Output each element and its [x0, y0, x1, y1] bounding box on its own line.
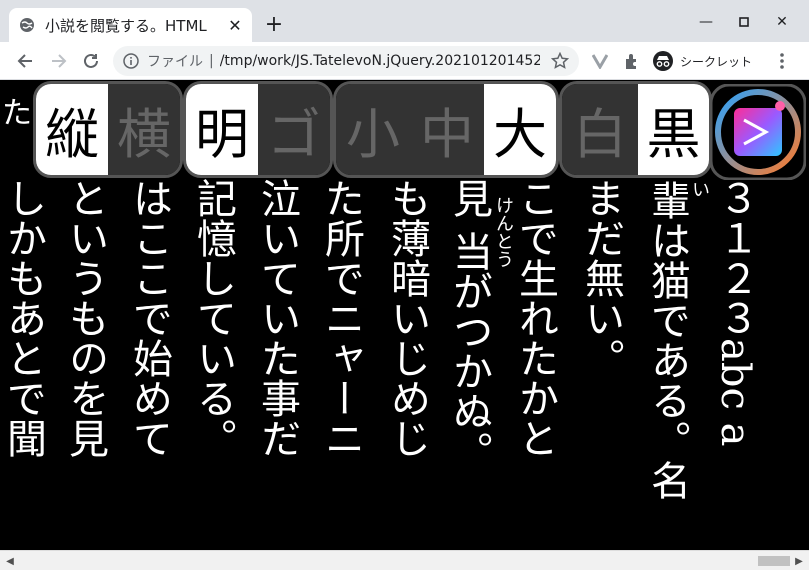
text-column-6: も薄暗いじめじ — [384, 178, 430, 458]
scroll-left-arrow-icon[interactable]: ◀ — [4, 555, 16, 567]
text-column-11: というものを見 — [62, 178, 108, 458]
logo-icon — [709, 83, 807, 181]
ruby-annotation-i: い — [689, 180, 710, 198]
back-arrow-icon[interactable] — [12, 48, 38, 74]
reload-icon[interactable] — [78, 48, 104, 74]
vivliostyle-extension-icon[interactable] — [590, 51, 610, 71]
theme-toggle: 白 黒 — [559, 81, 712, 178]
text-column-4: こで生れたかと — [512, 178, 558, 458]
tab-strip: 小説を閲覧する。HTML ✕ + — ✕ — [0, 0, 809, 42]
app-logo-button[interactable] — [709, 83, 807, 181]
font-toggle: 明 ゴ — [183, 81, 333, 178]
mincho-button[interactable]: 明 — [186, 84, 258, 175]
maximize-icon[interactable] — [732, 10, 756, 34]
text-column-10: はここで始めて — [126, 178, 172, 458]
medium-size-button[interactable]: 中 — [410, 84, 484, 175]
puzzle-extensions-icon[interactable] — [622, 51, 642, 71]
text-column-7: た所でニャーニ — [318, 178, 364, 458]
more-menu-icon[interactable] — [772, 51, 792, 71]
address-bar[interactable]: ファイル | /tmp/work/JS.TatelevoN.jQuery.202… — [113, 46, 579, 76]
vertical-button[interactable]: 縦 — [36, 84, 108, 175]
gothic-button[interactable]: ゴ — [258, 84, 330, 175]
horizontal-button[interactable]: 横 — [108, 84, 180, 175]
new-tab-button[interactable]: + — [262, 12, 286, 37]
scroll-thumb[interactable] — [758, 556, 790, 566]
text-column-3: まだ無い。 — [578, 178, 624, 378]
browser-tab[interactable]: 小説を閲覧する。HTML ✕ — [9, 8, 252, 42]
minimize-icon[interactable]: — — [694, 10, 718, 34]
white-theme-button[interactable]: 白 — [562, 84, 638, 175]
text-column-9: 記憶している。 — [190, 178, 236, 458]
incognito-label: シークレット — [680, 54, 753, 69]
text-column-1: ３１２３abc a — [712, 178, 758, 447]
black-theme-button[interactable]: 黒 — [638, 84, 709, 175]
address-scheme: ファイル — [147, 54, 203, 70]
small-size-button[interactable]: 小 — [336, 84, 410, 175]
window-close-icon[interactable]: ✕ — [770, 10, 794, 34]
star-icon[interactable] — [551, 52, 569, 70]
forward-arrow-icon[interactable] — [46, 48, 72, 74]
ruby-annotation-kentou: けんとう — [493, 196, 514, 268]
text-column-5: 見 当がつかぬ。 — [446, 178, 492, 471]
horizontal-scrollbar[interactable]: ◀ ▶ — [0, 550, 809, 570]
address-separator: | — [209, 53, 214, 69]
large-size-button[interactable]: 大 — [484, 84, 556, 175]
text-column-12: しかもあとで聞 — [0, 178, 46, 458]
text-column-8: 泣いていた事だ — [254, 178, 300, 458]
globe-icon — [20, 18, 34, 32]
text-column-2: 輩は猫である。名 — [644, 180, 690, 500]
close-icon[interactable]: ✕ — [226, 16, 244, 35]
size-toggle: 小 中 大 — [333, 81, 559, 178]
browser-toolbar: ファイル | /tmp/work/JS.TatelevoN.jQuery.202… — [0, 42, 809, 80]
orientation-toggle: 縦 横 — [33, 81, 183, 178]
scroll-right-arrow-icon[interactable]: ▶ — [793, 555, 805, 567]
tab-title: 小説を閲覧する。HTML — [45, 16, 207, 35]
address-url: /tmp/work/JS.TatelevoN.jQuery.2021012014… — [219, 53, 540, 69]
info-icon[interactable] — [123, 53, 139, 69]
incognito-icon — [653, 51, 673, 71]
incognito-indicator[interactable]: シークレット — [652, 48, 752, 74]
